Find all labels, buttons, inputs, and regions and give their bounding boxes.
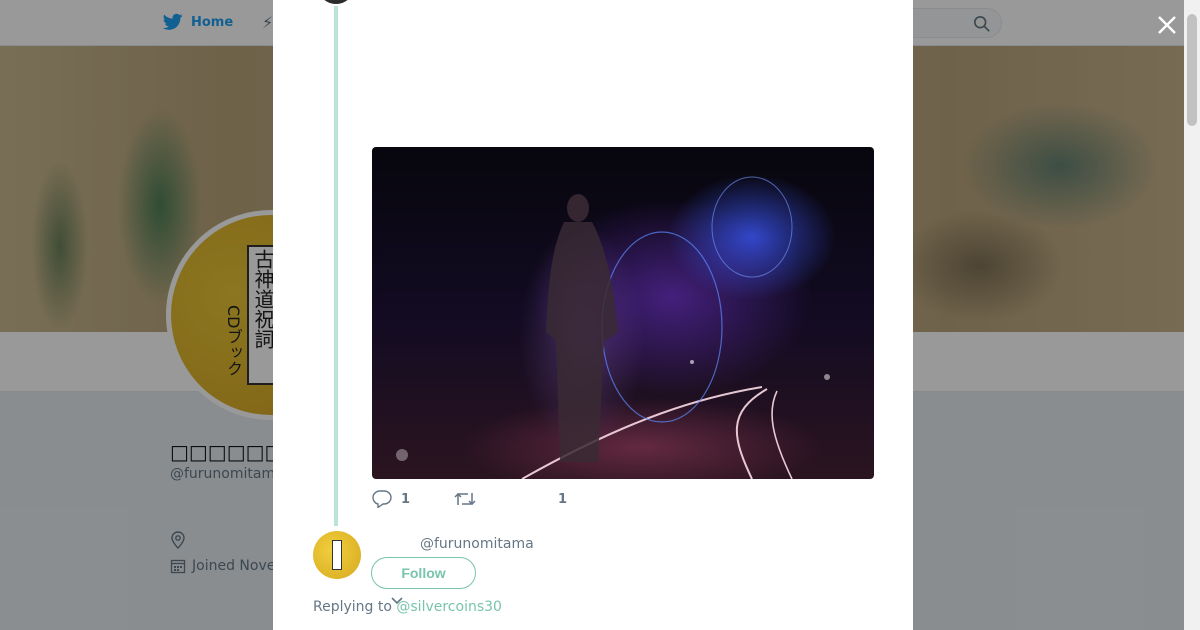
thread-connector-line [334,0,338,526]
scrollbar-thumb[interactable] [1187,14,1197,126]
replying-prefix: Replying to [313,599,397,615]
close-icon[interactable] [1154,12,1180,38]
retweet-icon[interactable] [454,490,476,508]
tweet-actions-bar: 1 1 [372,490,567,508]
reply-icon[interactable] [372,490,392,508]
railway-tracks-graphic [396,176,830,479]
tweet-modal: 1 1 @furunomitama Follow Replying to @si… [273,0,913,630]
silhouette-figure-graphic [546,194,618,462]
reply-button[interactable]: 1 [372,490,454,508]
close-button[interactable] [1154,12,1180,38]
reply-count: 1 [401,491,411,507]
tweet-media-image[interactable] [372,147,874,479]
reply-avatar-label [332,540,342,570]
follow-button[interactable]: Follow [371,557,476,589]
replying-to-line: Replying to @silvercoins30 [313,599,502,615]
reply-author-handle[interactable]: @furunomitama [420,536,534,552]
page-scrollbar[interactable] [1184,0,1200,630]
author-avatar[interactable] [317,0,355,6]
replying-to-link[interactable]: @silvercoins30 [396,599,502,615]
like-count: 1 [558,491,568,507]
retweet-button[interactable] [454,490,558,508]
reply-author-avatar[interactable] [313,531,361,579]
like-button[interactable]: 1 [558,492,567,507]
